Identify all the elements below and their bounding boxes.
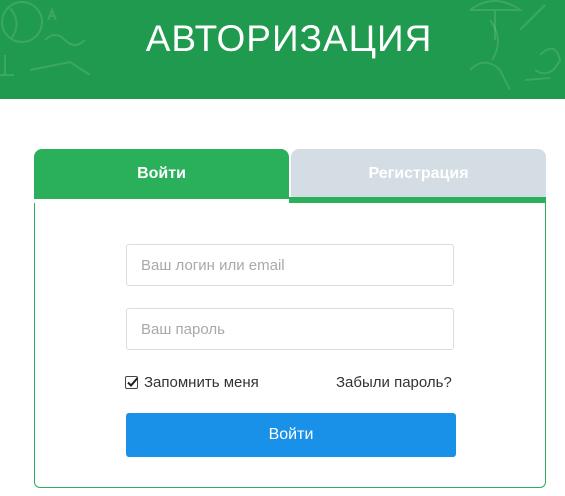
remember-me-label: Запомнить меня [144, 374, 259, 391]
page-title: АВТОРИЗАЦИЯ [145, 18, 433, 59]
login-submit-button[interactable]: Войти [126, 413, 456, 457]
forgot-password-link[interactable]: Забыли пароль? [336, 374, 452, 391]
page-header: АВТОРИЗАЦИЯ [0, 0, 565, 99]
tab-register[interactable]: Регистрация [291, 149, 546, 199]
auth-card: Войти Регистрация Запомнить меня Забыли … [34, 149, 546, 489]
tab-login[interactable]: Войти [34, 149, 289, 199]
remember-me-checkbox[interactable]: Запомнить меня [125, 374, 259, 391]
password-input[interactable] [126, 308, 454, 350]
login-panel: Запомнить меня Забыли пароль? Войти [34, 203, 546, 488]
checkbox-checked-icon[interactable] [125, 376, 139, 389]
login-input[interactable] [126, 244, 454, 286]
